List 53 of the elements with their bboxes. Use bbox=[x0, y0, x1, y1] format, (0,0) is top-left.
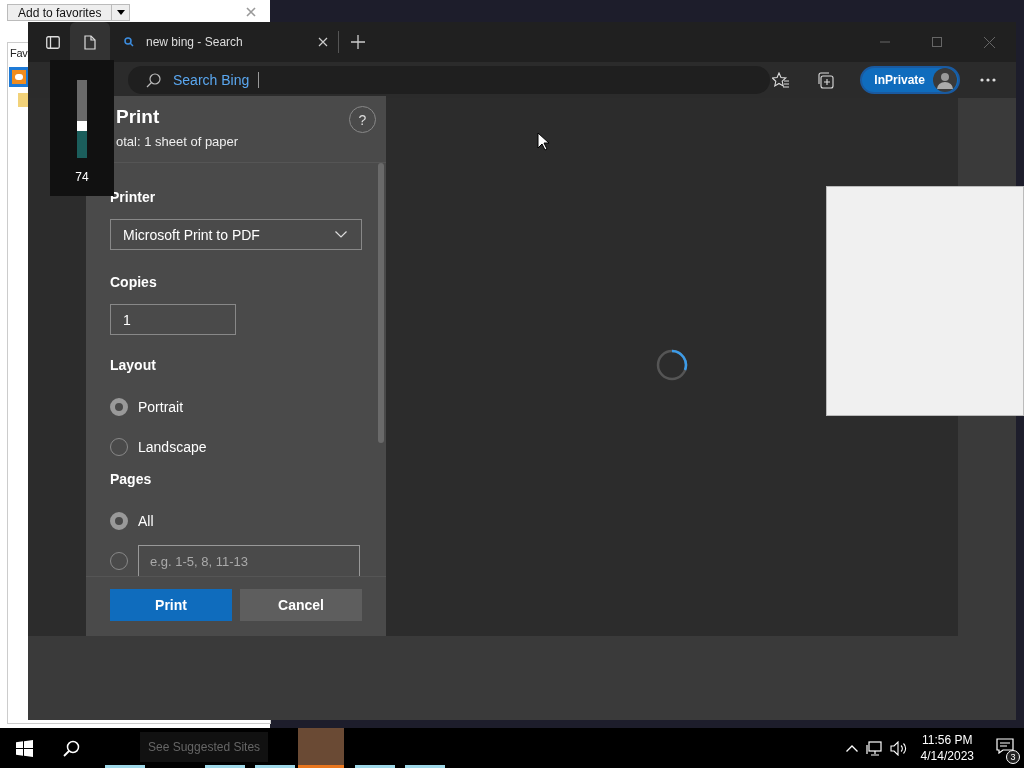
section-label: Copies bbox=[110, 274, 158, 290]
chevron-icon bbox=[335, 231, 347, 238]
radio-label: Landscape bbox=[138, 439, 207, 455]
inprivate-button[interactable]: InPrivate bbox=[860, 66, 960, 94]
section-label: Pages bbox=[110, 471, 153, 487]
search-icon bbox=[146, 72, 161, 88]
radio-label: All bbox=[138, 513, 154, 529]
sheet-count: otal: 1 sheet of paper bbox=[116, 134, 239, 149]
site-icon bbox=[12, 70, 26, 84]
scrollbar[interactable] bbox=[378, 163, 384, 443]
radio-button[interactable] bbox=[110, 512, 128, 530]
address-bar[interactable]: Search Bing bbox=[128, 66, 770, 94]
new-tab-icon[interactable] bbox=[351, 35, 365, 49]
text-cursor bbox=[258, 72, 260, 88]
search-icon bbox=[124, 37, 134, 47]
cursor-icon bbox=[537, 132, 549, 151]
radio-button[interactable] bbox=[110, 398, 128, 416]
loading-spinner bbox=[656, 349, 688, 381]
dropdown-button[interactable] bbox=[112, 4, 131, 21]
pane-heading: Fav bbox=[10, 47, 28, 59]
printer-dropdown[interactable]: Microsoft Print to PDF bbox=[110, 219, 362, 250]
favorites-icon[interactable] bbox=[772, 71, 791, 89]
browser-tab[interactable]: new bing - Search bbox=[110, 22, 336, 62]
speaker-icon[interactable] bbox=[889, 740, 907, 756]
maximize-icon[interactable] bbox=[932, 37, 942, 47]
caret-icon bbox=[116, 10, 125, 15]
more-icon[interactable] bbox=[980, 78, 996, 82]
dialog-title: Print bbox=[116, 106, 161, 128]
selected-item[interactable] bbox=[9, 67, 28, 87]
notification-count: 3 bbox=[1006, 750, 1020, 764]
windows-icon[interactable] bbox=[16, 740, 33, 757]
copies-field[interactable]: 1 bbox=[110, 304, 236, 335]
page-range-field[interactable]: e.g. 1-5, 8, 11-13 bbox=[138, 544, 360, 576]
sidebar-icon[interactable] bbox=[46, 35, 60, 49]
tooltip: See Suggested Sites bbox=[140, 732, 269, 762]
clock-time[interactable]: 11:56 PM bbox=[922, 733, 973, 747]
volume-reading: 74 bbox=[75, 170, 89, 184]
section-label: Layout bbox=[110, 357, 157, 373]
folder-icon bbox=[18, 93, 28, 107]
radio-label: Portrait bbox=[138, 399, 184, 415]
avatar-icon bbox=[933, 68, 957, 92]
collections-icon[interactable] bbox=[816, 71, 835, 89]
search-icon[interactable] bbox=[63, 740, 80, 757]
address-placeholder: Search Bing bbox=[173, 72, 250, 88]
notification-icon[interactable] bbox=[996, 738, 1014, 754]
clock-date[interactable]: 4/14/2023 bbox=[920, 749, 974, 763]
page-icon bbox=[84, 34, 96, 50]
browser-tab[interactable] bbox=[70, 22, 110, 62]
chevron-up-icon[interactable] bbox=[845, 744, 858, 752]
add-favorites-button[interactable]: Add to favorites bbox=[7, 4, 113, 21]
print-button[interactable]: Print bbox=[110, 589, 232, 621]
cancel-button[interactable]: Cancel bbox=[240, 589, 362, 621]
network-icon[interactable] bbox=[865, 740, 882, 756]
